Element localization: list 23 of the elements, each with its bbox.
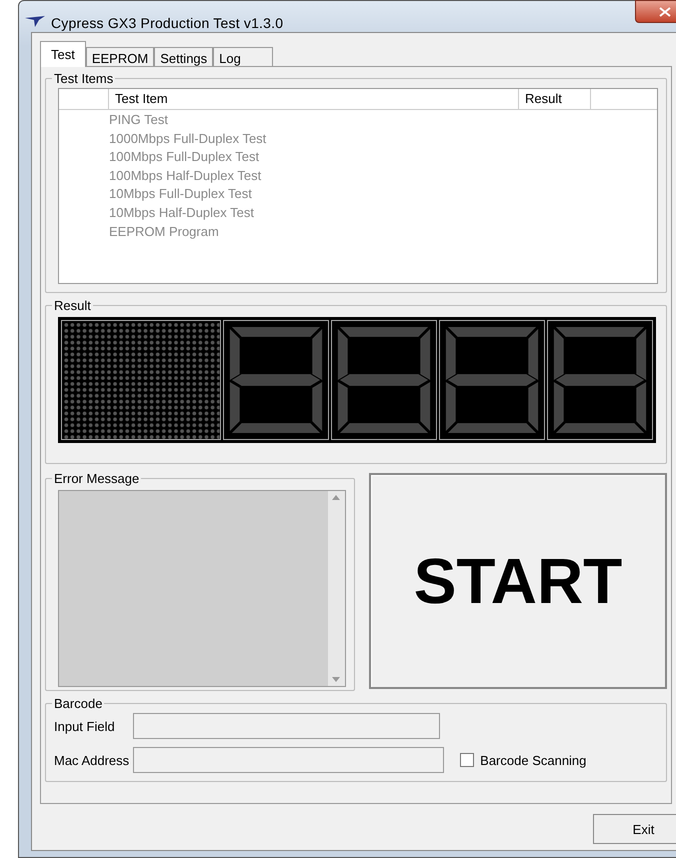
group-title: Barcode xyxy=(53,696,104,711)
scroll-down-icon[interactable] xyxy=(332,677,340,682)
window-title: Cypress GX3 Production Test v1.3.0 xyxy=(51,15,284,31)
group-title: Error Message xyxy=(53,471,140,486)
error-message-box[interactable] xyxy=(58,490,346,687)
close-icon xyxy=(659,6,671,16)
scroll-up-icon[interactable] xyxy=(332,495,340,500)
scrollbar[interactable] xyxy=(328,491,345,686)
tab[interactable]: Log xyxy=(213,47,274,67)
exit-button[interactable]: Exit xyxy=(593,814,676,844)
tab[interactable]: Test xyxy=(40,41,86,67)
tab[interactable]: EEPROM xyxy=(86,47,154,67)
tab[interactable]: Settings xyxy=(154,47,214,67)
field-label: Input Field xyxy=(54,718,116,734)
start-button[interactable]: START xyxy=(368,473,667,689)
bird-icon xyxy=(25,15,45,27)
group-title: Result xyxy=(53,298,92,313)
checkbox-label: Barcode Scanning xyxy=(480,752,586,768)
field-label: Mac Address xyxy=(54,752,130,768)
column-header[interactable]: Test Item xyxy=(109,89,519,109)
column-header[interactable]: Result xyxy=(519,89,591,109)
checkbox[interactable] xyxy=(460,753,474,767)
group-title: Test Items xyxy=(53,71,114,86)
